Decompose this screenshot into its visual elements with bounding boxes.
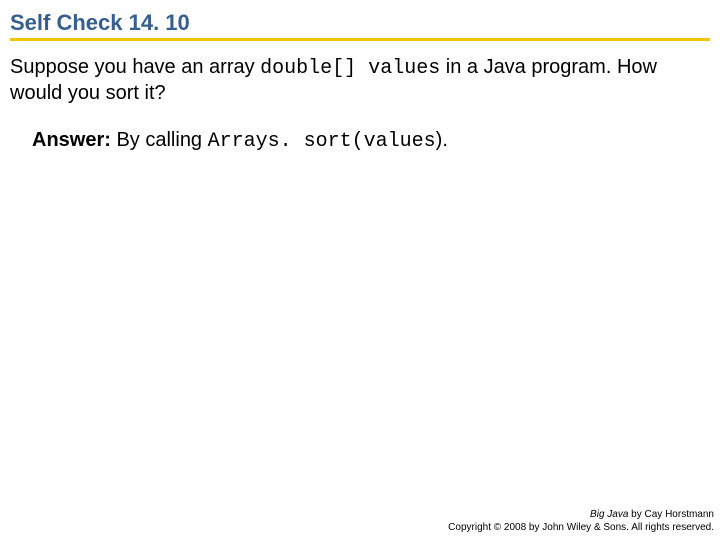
footer-book: Big Java (590, 509, 628, 520)
footer-byline: by Cay Horstmann (628, 509, 714, 520)
question: Suppose you have an array double[] value… (10, 55, 710, 106)
answer: Answer: By calling Arrays. sort(values). (10, 128, 710, 154)
footer-line-1: Big Java by Cay Horstmann (448, 509, 714, 522)
answer-code: Arrays. sort(values (208, 130, 436, 153)
answer-label: Answer: (32, 129, 111, 151)
answer-pre: By calling (111, 129, 208, 151)
question-pre: Suppose you have an array (10, 56, 260, 78)
slide-title: Self Check 14. 10 (10, 10, 710, 36)
slide: Self Check 14. 10 Suppose you have an ar… (0, 0, 720, 540)
title-block: Self Check 14. 10 (0, 0, 720, 41)
question-code: double[] values (260, 57, 440, 80)
footer-copyright: Copyright © 2008 by John Wiley & Sons. A… (448, 522, 714, 535)
slide-body: Suppose you have an array double[] value… (0, 41, 720, 154)
footer: Big Java by Cay Horstmann Copyright © 20… (448, 509, 714, 534)
answer-post: ). (436, 129, 448, 151)
